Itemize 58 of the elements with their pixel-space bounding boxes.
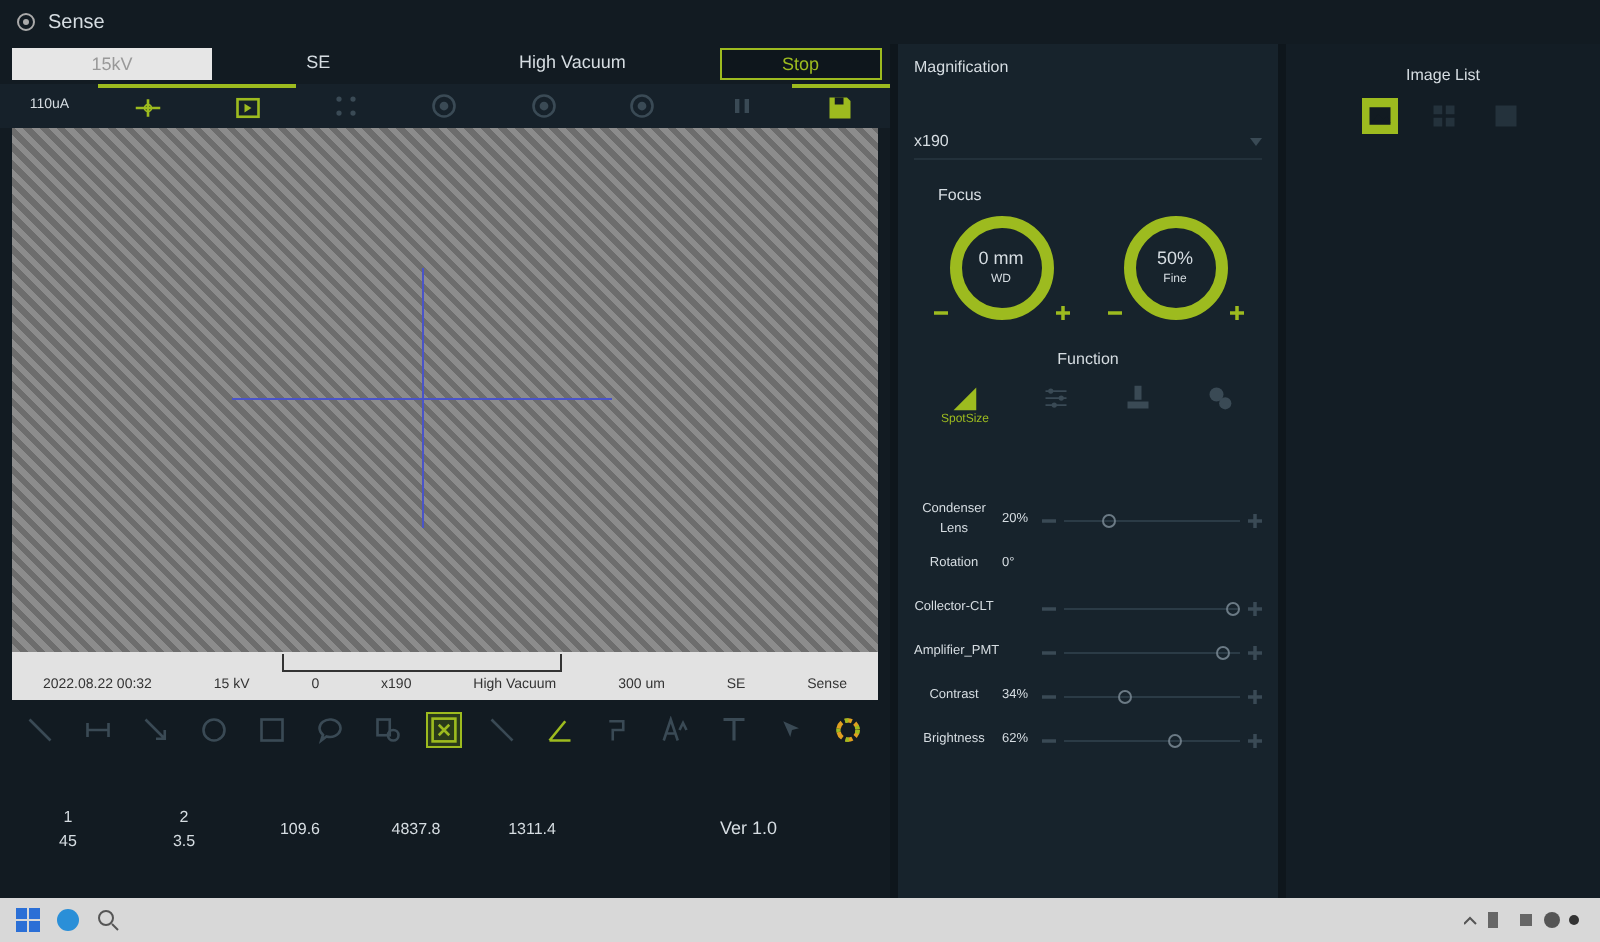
plus-icon[interactable] xyxy=(1055,306,1069,320)
target-icon xyxy=(529,92,558,120)
speech-bubble-icon xyxy=(315,716,344,744)
section-title: Magnification xyxy=(914,56,1011,80)
version-label: Ver 1.0 xyxy=(720,815,778,842)
slider-thumb[interactable] xyxy=(1117,689,1132,703)
app-logo-icon xyxy=(16,12,36,32)
caret-icon xyxy=(1250,137,1262,145)
search-icon[interactable] xyxy=(96,908,120,932)
measurement-value: 4837.8 xyxy=(391,817,441,841)
target-icon xyxy=(628,92,657,120)
x-box-icon xyxy=(430,716,459,744)
magnification-dropdown[interactable]: x190 xyxy=(914,124,1262,160)
color-wheel-icon xyxy=(834,716,863,744)
vacuum-label: High Vacuum xyxy=(518,50,626,77)
plus-icon[interactable] xyxy=(1229,306,1243,320)
measurement-value: 2 xyxy=(179,805,189,829)
minus-icon[interactable] xyxy=(933,306,947,320)
circle-icon xyxy=(200,716,228,744)
view-button[interactable] xyxy=(1362,97,1398,133)
measurement-value: 1311.4 xyxy=(508,817,556,841)
sliders-icon xyxy=(1042,384,1071,412)
detector-label: SE xyxy=(306,50,331,77)
angle-icon xyxy=(546,716,575,744)
tray-icons[interactable] xyxy=(1464,910,1584,930)
text-size-icon xyxy=(661,716,690,744)
slider-thumb[interactable] xyxy=(1226,601,1241,615)
measurement-value: 3.5 xyxy=(172,829,196,853)
minus-icon[interactable] xyxy=(1107,306,1121,320)
slider-thumb[interactable] xyxy=(1167,733,1182,747)
window-title: Sense xyxy=(48,9,105,37)
image-icon xyxy=(1366,101,1394,129)
annotation-tool[interactable] xyxy=(426,712,463,748)
line-icon xyxy=(488,716,517,744)
text-icon xyxy=(719,716,748,744)
play-icon xyxy=(233,94,262,122)
section-title: Function xyxy=(1055,348,1121,372)
line-icon xyxy=(26,716,55,744)
slider-thumb[interactable] xyxy=(1216,645,1231,659)
panel-title: Image List xyxy=(1406,64,1480,88)
save-icon xyxy=(826,94,855,122)
shape-icon xyxy=(373,716,402,744)
slider-thumb[interactable] xyxy=(1102,513,1116,527)
target-icon xyxy=(430,92,459,120)
gears-icon xyxy=(1206,384,1235,412)
stamp-icon xyxy=(1124,384,1153,412)
start-icon[interactable] xyxy=(16,908,40,932)
four-dots-icon xyxy=(332,92,361,120)
square-icon xyxy=(257,716,286,744)
measurement-value: 45 xyxy=(59,829,77,853)
stop-button[interactable]: Stop xyxy=(720,48,882,80)
triangle-icon xyxy=(950,384,979,412)
crosshair-icon xyxy=(134,94,163,122)
measurement-value: 109.6 xyxy=(279,817,321,841)
browser-icon[interactable] xyxy=(56,908,80,932)
arrow-icon xyxy=(142,716,171,744)
measurement-value: 1 xyxy=(63,805,73,829)
section-title: Focus xyxy=(938,184,984,208)
